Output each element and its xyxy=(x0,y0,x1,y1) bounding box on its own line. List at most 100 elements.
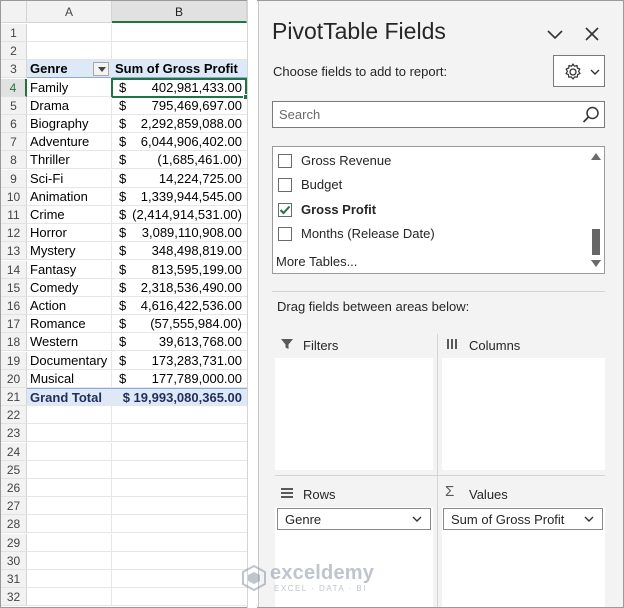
checkbox-checked[interactable] xyxy=(278,203,292,217)
row-header[interactable]: 11 xyxy=(1,206,27,224)
cell-b[interactable]: $2,318,536,490.00 xyxy=(112,279,247,297)
cell-b[interactable]: $2,292,859,088.00 xyxy=(112,115,247,133)
cell-a[interactable]: Biography xyxy=(27,115,112,133)
cell-a[interactable]: Sci-Fi xyxy=(27,170,112,188)
row-header[interactable]: 30 xyxy=(1,552,27,570)
cell-a[interactable]: Family xyxy=(27,79,112,97)
cell-a[interactable] xyxy=(27,552,112,570)
cell-a[interactable]: Thriller xyxy=(27,151,112,169)
filters-drop-area[interactable] xyxy=(275,358,433,470)
scroll-up-icon[interactable] xyxy=(591,153,601,160)
row-header[interactable]: 1 xyxy=(1,24,27,42)
chevron-down-icon[interactable] xyxy=(544,23,566,45)
cell-a[interactable] xyxy=(27,42,112,60)
cell-a[interactable] xyxy=(27,443,112,461)
cell-b[interactable] xyxy=(112,406,247,424)
cell-a[interactable] xyxy=(27,424,112,442)
row-header[interactable]: 29 xyxy=(1,534,27,552)
scroll-down-icon[interactable] xyxy=(591,260,601,267)
column-header-a[interactable]: A xyxy=(27,1,112,23)
cell-a[interactable] xyxy=(27,406,112,424)
cell-b[interactable]: $177,789,000.00 xyxy=(112,370,247,388)
cell-a[interactable]: Western xyxy=(27,333,112,351)
row-header[interactable]: 28 xyxy=(1,515,27,533)
cell-a[interactable]: Fantasy xyxy=(27,261,112,279)
cell-a[interactable]: Documentary xyxy=(27,352,112,370)
cell-b[interactable]: $4,616,422,536.00 xyxy=(112,297,247,315)
checkbox[interactable] xyxy=(278,227,292,241)
columns-drop-area[interactable] xyxy=(442,358,605,470)
cell-b[interactable] xyxy=(112,552,247,570)
row-header[interactable]: 18 xyxy=(1,333,27,351)
row-header[interactable]: 24 xyxy=(1,443,27,461)
row-header[interactable]: 4 xyxy=(1,79,27,97)
cell-b[interactable] xyxy=(112,479,247,497)
cell-b[interactable]: $ 19,993,080,365.00 xyxy=(112,389,247,407)
row-header[interactable]: 3 xyxy=(1,60,27,78)
cell-b[interactable] xyxy=(112,424,247,442)
cell-a[interactable] xyxy=(27,24,112,42)
cell-b[interactable] xyxy=(112,534,247,552)
cell-a[interactable] xyxy=(27,461,112,479)
cell-a[interactable]: Action xyxy=(27,297,112,315)
cell-a[interactable] xyxy=(27,479,112,497)
select-all-corner[interactable] xyxy=(1,1,27,23)
cell-a[interactable]: Animation xyxy=(27,188,112,206)
row-header[interactable]: 21 xyxy=(1,388,27,406)
column-header-b[interactable]: B xyxy=(112,1,247,23)
filter-dropdown-icon[interactable] xyxy=(93,62,109,76)
row-header[interactable]: 27 xyxy=(1,497,27,515)
field-list-scrollbar[interactable] xyxy=(589,149,603,271)
search-input[interactable] xyxy=(273,102,573,127)
cell-a[interactable]: Drama xyxy=(27,97,112,115)
cell-b[interactable]: $348,498,819.00 xyxy=(112,242,247,260)
cell-b[interactable] xyxy=(112,515,247,533)
cell-b[interactable]: $ (57,555,984.00) xyxy=(112,315,247,333)
cell-b[interactable] xyxy=(112,461,247,479)
pane-divider[interactable] xyxy=(247,0,257,608)
cell-a[interactable]: Musical xyxy=(27,370,112,388)
checkbox[interactable] xyxy=(278,178,292,192)
cell-b[interactable]: $173,283,731.00 xyxy=(112,352,247,370)
cell-b[interactable]: $39,613,768.00 xyxy=(112,333,247,351)
cell-b[interactable]: $6,044,906,402.00 xyxy=(112,133,247,151)
row-header[interactable]: 16 xyxy=(1,297,27,315)
cell-b[interactable] xyxy=(112,570,247,588)
cell-b[interactable] xyxy=(112,497,247,515)
cell-a[interactable] xyxy=(27,534,112,552)
cell-a[interactable] xyxy=(27,570,112,588)
row-header[interactable]: 13 xyxy=(1,242,27,260)
cell-a[interactable] xyxy=(27,497,112,515)
row-header[interactable]: 5 xyxy=(1,97,27,115)
search-icon[interactable] xyxy=(581,105,601,125)
tools-button[interactable] xyxy=(553,55,605,87)
cell-b[interactable] xyxy=(112,24,247,42)
field-list[interactable]: Gross Revenue Budget Gross Profit Months… xyxy=(272,146,605,274)
search-box[interactable] xyxy=(272,101,605,128)
cell-a[interactable]: Horror xyxy=(27,224,112,242)
row-header[interactable]: 22 xyxy=(1,406,27,424)
cell-b[interactable] xyxy=(112,443,247,461)
row-header[interactable]: 14 xyxy=(1,261,27,279)
cell-a[interactable]: Grand Total xyxy=(27,389,112,407)
row-header[interactable]: 32 xyxy=(1,588,27,606)
chevron-down-icon[interactable] xyxy=(584,515,594,523)
cell-b[interactable]: $14,224,725.00 xyxy=(112,170,247,188)
cell-a[interactable]: Adventure xyxy=(27,133,112,151)
cell-b[interactable]: Sum of Gross Profit xyxy=(112,60,247,78)
row-header[interactable]: 12 xyxy=(1,224,27,242)
cell-b[interactable]: $ (1,685,461.00) xyxy=(112,151,247,169)
cell-b[interactable]: $813,595,199.00 xyxy=(112,261,247,279)
cell-b[interactable] xyxy=(112,588,247,606)
row-header[interactable]: 31 xyxy=(1,570,27,588)
values-field-sum-gross-profit[interactable]: Sum of Gross Profit xyxy=(443,508,603,530)
cell-b[interactable]: $795,469,697.00 xyxy=(112,97,247,115)
row-header[interactable]: 20 xyxy=(1,370,27,388)
spreadsheet-grid[interactable]: A B 1 2 3 Genre Sum of Gross Profit 4 Family $4… xyxy=(1,1,247,606)
chevron-down-icon[interactable] xyxy=(412,515,422,523)
cell-b[interactable]: $1,339,944,545.00 xyxy=(112,188,247,206)
row-header[interactable]: 25 xyxy=(1,461,27,479)
cell-b[interactable]: $3,089,110,908.00 xyxy=(112,224,247,242)
row-header[interactable]: 2 xyxy=(1,42,27,60)
more-tables-link[interactable]: More Tables... xyxy=(276,254,357,269)
